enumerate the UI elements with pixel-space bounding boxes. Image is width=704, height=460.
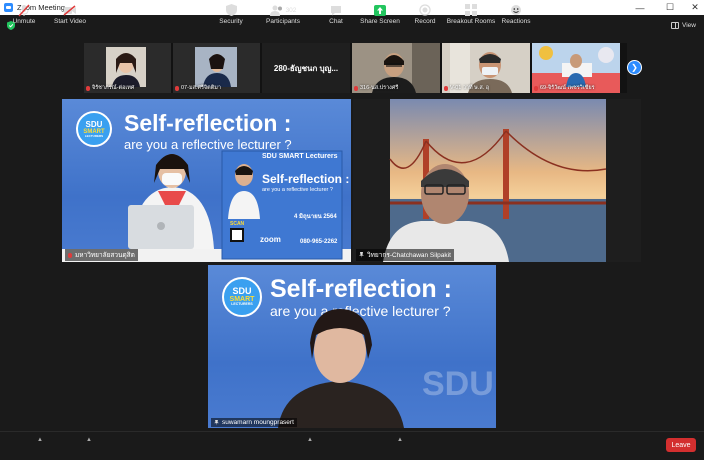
participant-name: V-01 วาที ษ.ส. อุ <box>444 84 489 92</box>
leave-button[interactable]: Leave <box>666 438 696 452</box>
speaker-video <box>353 99 641 262</box>
chevron-up-icon[interactable]: ▲ <box>307 437 313 443</box>
video-name-label: วิทยากร-Chatchawan Silpakit <box>356 249 454 261</box>
record-button[interactable]: Record <box>414 3 436 25</box>
video-tile-speaker[interactable]: วิทยากร-Chatchawan Silpakit <box>353 99 641 262</box>
poster-zoom: zoom <box>260 235 281 244</box>
chevron-up-icon[interactable]: ▲ <box>86 437 92 443</box>
participants-button[interactable]: 302 Participants <box>266 3 300 25</box>
breakout-rooms-icon <box>465 3 477 17</box>
mic-off-icon <box>68 252 72 258</box>
share-screen-button[interactable]: Share Screen <box>360 3 400 25</box>
mic-off-icon <box>534 85 538 91</box>
meeting-toolbar <box>0 431 704 460</box>
video-tile-presenter[interactable]: SDU SMART LECTURERS Self-reflection : ar… <box>62 99 351 262</box>
gallery-tile[interactable]: จิรัชาภรณ์-ต่อเทศ <box>84 43 171 93</box>
qr-code-icon <box>230 228 244 242</box>
gallery-tile[interactable]: 69-จิรัวัฒน์ เพชรวิเชียร <box>532 43 620 93</box>
participant-count: 302 <box>285 6 297 14</box>
grid-view-icon <box>671 22 680 29</box>
unmute-button[interactable]: Unmute <box>12 3 36 25</box>
chevron-right-icon: ❯ <box>631 63 638 72</box>
breakout-rooms-button[interactable]: Breakout Rooms <box>447 3 495 25</box>
pin-icon <box>214 419 219 426</box>
participant-name: 316-นส.ปรางศรี <box>354 84 398 92</box>
gallery-tile[interactable]: 280-ธัญชนก บุญ... <box>262 43 350 93</box>
smiley-icon <box>510 3 522 17</box>
gallery-tile[interactable]: 316-นส.ปรางศรี <box>352 43 440 93</box>
view-button[interactable]: View <box>671 20 696 31</box>
video-off-icon <box>63 3 77 17</box>
video-name-label: suwamarn moungprasert <box>211 418 297 427</box>
window-titlebar: Zoom Meeting <box>0 0 704 15</box>
poster-subline: are you a reflective lecturer ? <box>262 187 333 193</box>
mic-off-icon <box>444 85 448 91</box>
poster-phone: 080-965-2262 <box>300 239 338 245</box>
reactions-button[interactable]: Reactions <box>502 3 530 25</box>
chevron-up-icon[interactable]: ▲ <box>397 437 403 443</box>
gallery-tile[interactable]: 07-มส.ศรีจิตติมา <box>173 43 260 93</box>
mic-off-icon <box>175 85 179 91</box>
poster-title: Self-reflection : <box>262 172 350 186</box>
host-video <box>278 309 404 428</box>
gallery-tile[interactable]: V-01 วาที ษ.ส. อุ <box>442 43 530 93</box>
close-button[interactable]: ✕ <box>680 0 704 15</box>
poster-speaker <box>228 164 260 219</box>
participant-name: จิรัชาภรณ์-ต่อเทศ <box>86 84 134 92</box>
mic-muted-icon <box>18 3 30 17</box>
start-video-button[interactable]: Start Video <box>54 3 86 25</box>
chat-button[interactable]: Chat <box>327 3 345 25</box>
poster-scan: SCAN <box>230 221 245 227</box>
mic-off-icon <box>86 85 90 91</box>
mic-off-icon <box>354 85 358 91</box>
security-button[interactable]: Security <box>218 3 244 25</box>
view-label: View <box>682 22 696 29</box>
participant-name: 69-จิรัวัฒน์ เพชรวิเชียร <box>534 84 595 92</box>
next-page-button[interactable]: ❯ <box>627 60 642 75</box>
chevron-up-icon[interactable]: ▲ <box>37 437 43 443</box>
chat-icon <box>330 3 342 17</box>
poster-heading: SDU SMART Lecturers <box>262 153 338 160</box>
participant-name: 07-มส.ศรีจิตติมา <box>175 84 221 92</box>
poster-date: 4 มิถุนายน 2564 <box>294 214 337 220</box>
shield-icon <box>225 3 237 17</box>
pin-icon <box>359 252 364 258</box>
record-icon <box>419 3 431 17</box>
participant-name: 280-ธัญชนก บุญ... <box>273 63 339 73</box>
video-tile-host[interactable]: SDU SMART LECTURERS Self-reflection : ar… <box>208 265 496 428</box>
participants-icon: 302 <box>269 3 297 17</box>
minimize-button[interactable]: — <box>625 0 655 15</box>
video-name-label: มหาวิทยาลัยสวนดุสิต <box>65 249 138 261</box>
share-screen-icon <box>374 3 386 17</box>
